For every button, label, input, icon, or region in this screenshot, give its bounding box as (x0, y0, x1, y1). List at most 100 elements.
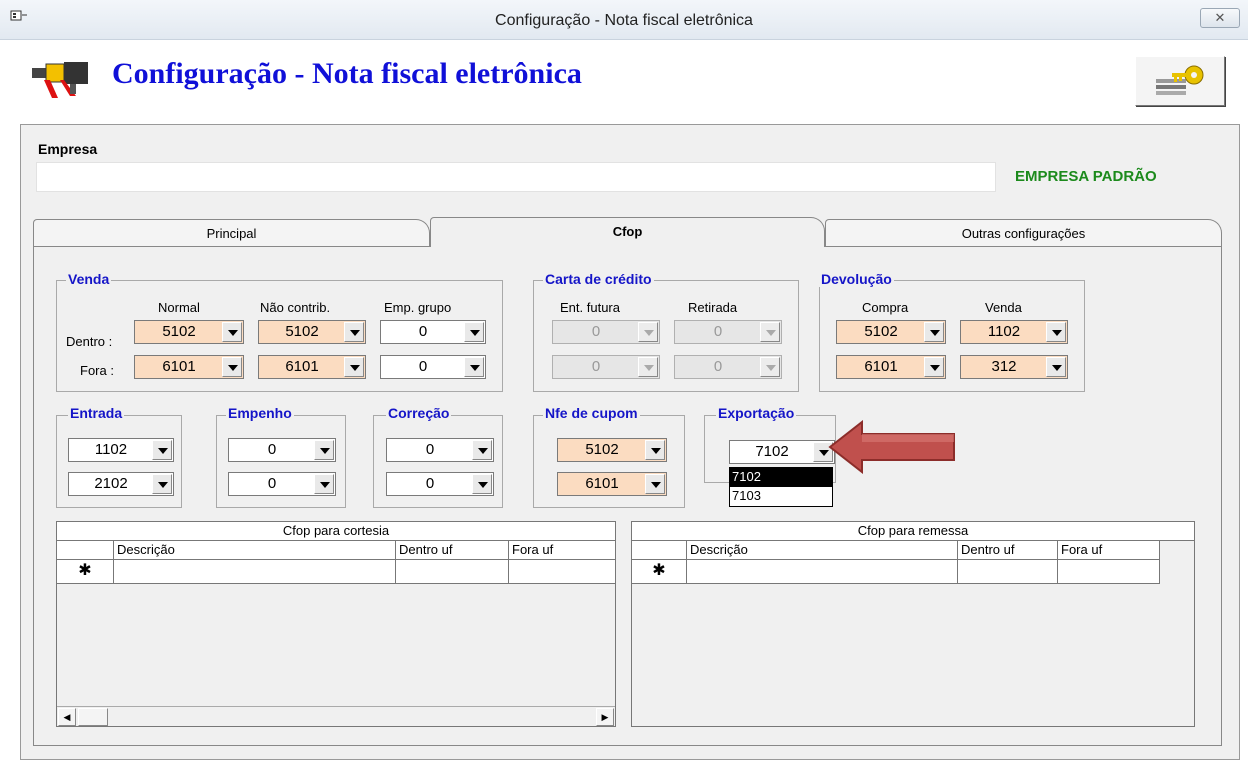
devolucao-venda-select-1[interactable]: 1102 (960, 320, 1068, 344)
cortesia-hscrollbar[interactable]: ◀ ▶ (57, 706, 615, 726)
venda-title: Venda (66, 271, 112, 287)
exportacao-option-selected[interactable]: 7102 (730, 468, 832, 487)
empenho-select-2[interactable]: 0 (228, 472, 336, 496)
remessa-col-dentro-uf[interactable]: Dentro uf (958, 541, 1058, 560)
dropdown-arrow-icon (638, 322, 658, 342)
remessa-new-fora-uf-cell[interactable] (1058, 560, 1160, 584)
remessa-grid-title: Cfop para remessa (632, 522, 1194, 541)
dropdown-arrow-icon[interactable] (314, 474, 334, 494)
exportacao-title: Exportação (716, 405, 797, 421)
devolucao-col-venda: Venda (985, 300, 1022, 315)
dropdown-arrow-icon[interactable] (472, 474, 492, 494)
empresa-status: EMPRESA PADRÃO (1015, 168, 1157, 185)
window-title: Configuração - Nota fiscal eletrônica (495, 12, 753, 29)
dropdown-arrow-icon[interactable] (1046, 357, 1066, 377)
cortesia-col-dentro-uf[interactable]: Dentro uf (396, 541, 509, 560)
exportacao-select[interactable]: 7102 (729, 440, 835, 464)
cortesia-new-dentro-uf-cell[interactable] (396, 560, 509, 584)
license-button[interactable] (1135, 56, 1225, 106)
key-icon (1156, 65, 1204, 95)
carta-col-retirada: Retirada (688, 300, 738, 315)
new-row-marker-icon: ✱ (57, 560, 114, 584)
entrada-select-2[interactable]: 2102 (68, 472, 174, 496)
venda-fora-emp-grupo-select[interactable]: 0 (380, 355, 486, 379)
close-button[interactable]: ✕ (1200, 8, 1240, 28)
dropdown-arrow-icon[interactable] (645, 474, 665, 494)
title-bar: Configuração - Nota fiscal eletrônica ✕ (0, 0, 1248, 40)
venda-col-emp-grupo: Emp. grupo (384, 300, 452, 315)
remessa-grid[interactable]: Cfop para remessa Descrição Dentro uf Fo… (631, 521, 1195, 727)
carta-credito-title: Carta de crédito (543, 271, 654, 287)
scroll-left-icon[interactable]: ◀ (58, 708, 76, 726)
tab-outras-configuracoes[interactable]: Outras configurações (825, 219, 1222, 247)
scroll-right-icon[interactable]: ▶ (596, 708, 614, 726)
entrada-select-1[interactable]: 1102 (68, 438, 174, 462)
devolucao-title: Devolução (819, 271, 894, 287)
devolucao-compra-select-2[interactable]: 6101 (836, 355, 946, 379)
venda-row-dentro: Dentro : (66, 334, 113, 349)
venda-col-nao-contrib: Não contrib. (260, 300, 331, 315)
empresa-field[interactable] (36, 162, 996, 192)
venda-fora-nao-contrib-select[interactable]: 6101 (258, 355, 366, 379)
carta-ent-futura-select-1: 0 (552, 320, 660, 344)
grid-row-header-col (57, 541, 114, 560)
devolucao-col-compra: Compra (862, 300, 909, 315)
scroll-thumb[interactable] (78, 708, 108, 726)
dropdown-arrow-icon[interactable] (222, 322, 242, 342)
venda-col-normal: Normal (158, 300, 200, 315)
remessa-new-dentro-uf-cell[interactable] (958, 560, 1058, 584)
venda-fora-normal-select[interactable]: 6101 (134, 355, 244, 379)
devolucao-venda-select-2[interactable]: 312 (960, 355, 1068, 379)
tab-principal[interactable]: Principal (33, 219, 430, 247)
venda-row-fora: Fora : (80, 363, 114, 378)
dropdown-arrow-icon[interactable] (1046, 322, 1066, 342)
remessa-col-fora-uf[interactable]: Fora uf (1058, 541, 1160, 560)
dropdown-arrow-icon[interactable] (464, 357, 484, 377)
cortesia-grid-title: Cfop para cortesia (57, 522, 615, 541)
dropdown-arrow-icon[interactable] (924, 357, 944, 377)
devolucao-compra-select-1[interactable]: 5102 (836, 320, 946, 344)
dropdown-arrow-icon[interactable] (222, 357, 242, 377)
nfe-cupom-title: Nfe de cupom (543, 405, 640, 421)
empenho-title: Empenho (226, 405, 294, 421)
tools-icon (32, 62, 88, 98)
cortesia-col-fora-uf[interactable]: Fora uf (509, 541, 615, 560)
dropdown-arrow-icon[interactable] (472, 440, 492, 460)
venda-dentro-emp-grupo-select[interactable]: 0 (380, 320, 486, 344)
dropdown-arrow-icon[interactable] (645, 440, 665, 460)
remessa-col-descricao[interactable]: Descrição (687, 541, 958, 560)
dropdown-arrow-icon[interactable] (152, 440, 172, 460)
dropdown-arrow-icon[interactable] (464, 322, 484, 342)
tab-cfop[interactable]: Cfop (430, 217, 825, 247)
dropdown-arrow-icon[interactable] (344, 357, 364, 377)
cortesia-col-descricao[interactable]: Descrição (114, 541, 396, 560)
carta-retirada-select-2: 0 (674, 355, 782, 379)
empenho-select-1[interactable]: 0 (228, 438, 336, 462)
correcao-select-1[interactable]: 0 (386, 438, 494, 462)
carta-col-ent-futura: Ent. futura (560, 300, 620, 315)
dropdown-arrow-icon (760, 322, 780, 342)
correcao-select-2[interactable]: 0 (386, 472, 494, 496)
correcao-title: Correção (386, 405, 452, 421)
grid-row-header-col (632, 541, 687, 560)
pointer-arrow-icon (828, 420, 955, 474)
nfe-cupom-select-1[interactable]: 5102 (557, 438, 667, 462)
dropdown-arrow-icon (760, 357, 780, 377)
page-title: Configuração - Nota fiscal eletrônica (112, 57, 582, 90)
entrada-title: Entrada (68, 405, 125, 421)
exportacao-dropdown-list: 7102 7103 (729, 467, 833, 507)
dropdown-arrow-icon[interactable] (314, 440, 334, 460)
venda-dentro-normal-select[interactable]: 5102 (134, 320, 244, 344)
exportacao-option[interactable]: 7103 (730, 487, 832, 506)
dropdown-arrow-icon (638, 357, 658, 377)
venda-dentro-nao-contrib-select[interactable]: 5102 (258, 320, 366, 344)
dropdown-arrow-icon[interactable] (344, 322, 364, 342)
dropdown-arrow-icon[interactable] (152, 474, 172, 494)
cortesia-new-fora-uf-cell[interactable] (509, 560, 615, 584)
remessa-new-descricao-cell[interactable] (687, 560, 958, 584)
new-row-marker-icon: ✱ (632, 560, 687, 584)
dropdown-arrow-icon[interactable] (924, 322, 944, 342)
cortesia-grid[interactable]: Cfop para cortesia Descrição Dentro uf F… (56, 521, 616, 727)
nfe-cupom-select-2[interactable]: 6101 (557, 472, 667, 496)
cortesia-new-descricao-cell[interactable] (114, 560, 396, 584)
